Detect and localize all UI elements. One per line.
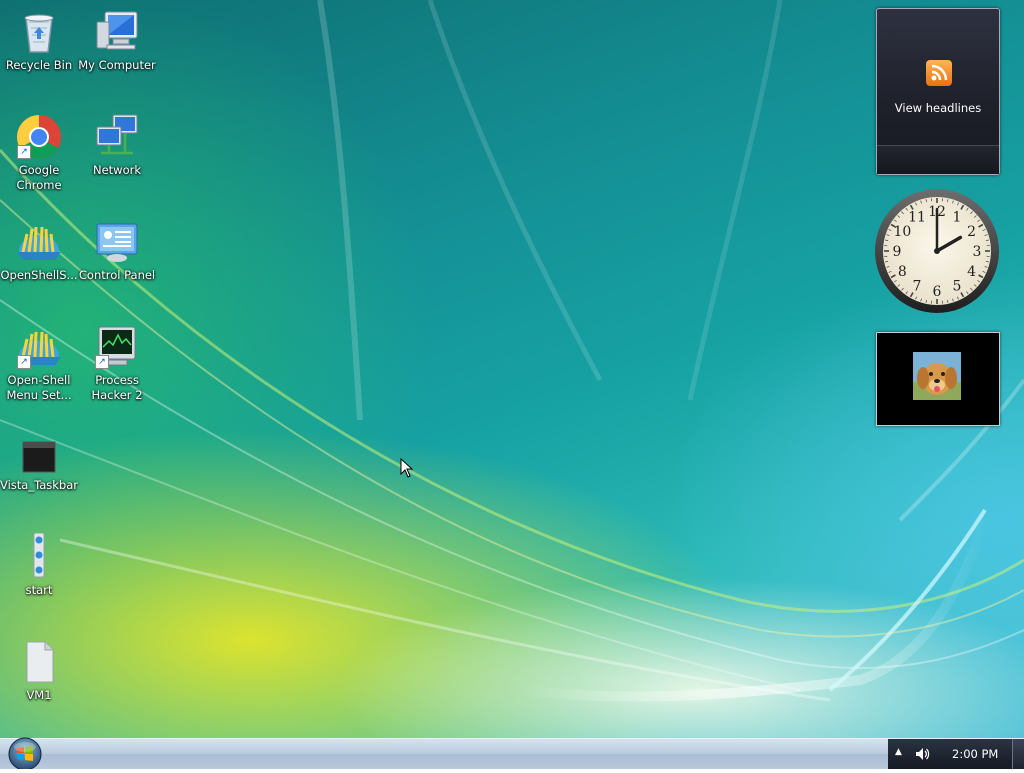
clock-numeral: 5 [953, 279, 962, 295]
clock-numeral: 10 [893, 224, 911, 240]
desktop-icon-label: Google Chrome [0, 163, 78, 193]
clock-numeral: 4 [967, 264, 976, 280]
clock-numeral: 8 [898, 264, 907, 280]
window-file-icon [15, 428, 63, 476]
desktop-icon-vista-taskbar[interactable]: Vista_Taskbar [0, 428, 78, 493]
file-icon [15, 638, 63, 686]
process-hacker-icon: ↗ [93, 323, 141, 371]
show-desktop-button[interactable] [1012, 739, 1024, 769]
clock-numeral: 7 [913, 279, 922, 295]
clock-numeral: 6 [933, 284, 942, 300]
clock-center [934, 248, 940, 254]
taskbar: ▲ 2:00 PM [0, 738, 1024, 769]
show-hidden-icons-arrow[interactable]: ▲ [895, 747, 902, 757]
start-button[interactable] [0, 735, 54, 769]
openshell-icon [15, 218, 63, 266]
notification-area: ▲ 2:00 PM [888, 739, 1012, 769]
chrome-icon: ↗ [15, 113, 63, 161]
desktop-icon-openshell-menu-settings[interactable]: ↗ Open-Shell Menu Set... [0, 323, 78, 403]
clock-numeral: 11 [908, 209, 926, 225]
view-headlines-link[interactable]: View headlines [877, 101, 999, 115]
network-icon [93, 113, 141, 161]
desktop-icon-label: Network [78, 163, 156, 178]
rss-icon [926, 60, 952, 86]
clock-numeral: 9 [893, 244, 902, 260]
desktop-icon-process-hacker[interactable]: ↗ Process Hacker 2 [78, 323, 156, 403]
clock-time[interactable]: 2:00 PM [952, 747, 998, 761]
recycle-bin-icon [15, 8, 63, 56]
computer-icon [93, 8, 141, 56]
clock-gadget[interactable]: 121234567891011 [874, 188, 1000, 314]
desktop-icon-start[interactable]: start [0, 533, 78, 598]
desktop-icon-label: Control Panel [78, 268, 156, 283]
desktop-icon-label: Recycle Bin [0, 58, 78, 73]
slideshow-gadget[interactable] [876, 332, 1000, 426]
volume-icon[interactable] [914, 746, 930, 766]
desktop-icon-control-panel[interactable]: Control Panel [78, 218, 156, 283]
desktop-icon-label: VM1 [0, 688, 78, 703]
desktop-icon-label: Open-Shell Menu Set... [0, 373, 78, 403]
desktop-icon-my-computer[interactable]: My Computer [78, 8, 156, 73]
shortcut-arrow-icon: ↗ [95, 355, 109, 369]
desktop-icon-openshell[interactable]: OpenShellS... [0, 218, 78, 283]
clock-numeral: 1 [953, 209, 962, 225]
control-panel-icon [93, 218, 141, 266]
desktop-icon-label: OpenShellS... [0, 268, 78, 283]
clock-numeral: 2 [967, 224, 976, 240]
desktop-icon-network[interactable]: Network [78, 113, 156, 178]
shortcut-arrow-icon: ↗ [17, 355, 31, 369]
clock-numeral: 3 [973, 244, 982, 260]
desktop-icon-label: Process Hacker 2 [78, 373, 156, 403]
desktop-icon-recycle-bin[interactable]: Recycle Bin [0, 8, 78, 73]
feed-gadget-footer [877, 145, 999, 174]
openshell-icon: ↗ [15, 323, 63, 371]
mouse-pointer [400, 458, 414, 482]
desktop-icon-google-chrome[interactable]: ↗ Google Chrome [0, 113, 78, 193]
desktop-icon-label: Vista_Taskbar [0, 478, 78, 493]
feed-headlines-gadget[interactable]: View headlines [876, 8, 1000, 175]
windows-orb-icon [0, 735, 54, 769]
desktop-icon-label: start [0, 583, 78, 598]
desktop-background[interactable]: Recycle Bin My Computer [0, 0, 1024, 738]
desktop-icon-vm1[interactable]: VM1 [0, 638, 78, 703]
shortcut-arrow-icon: ↗ [17, 145, 31, 159]
desktop-icon-label: My Computer [78, 58, 156, 73]
batch-file-icon [15, 533, 63, 581]
dog-photo [913, 352, 961, 400]
